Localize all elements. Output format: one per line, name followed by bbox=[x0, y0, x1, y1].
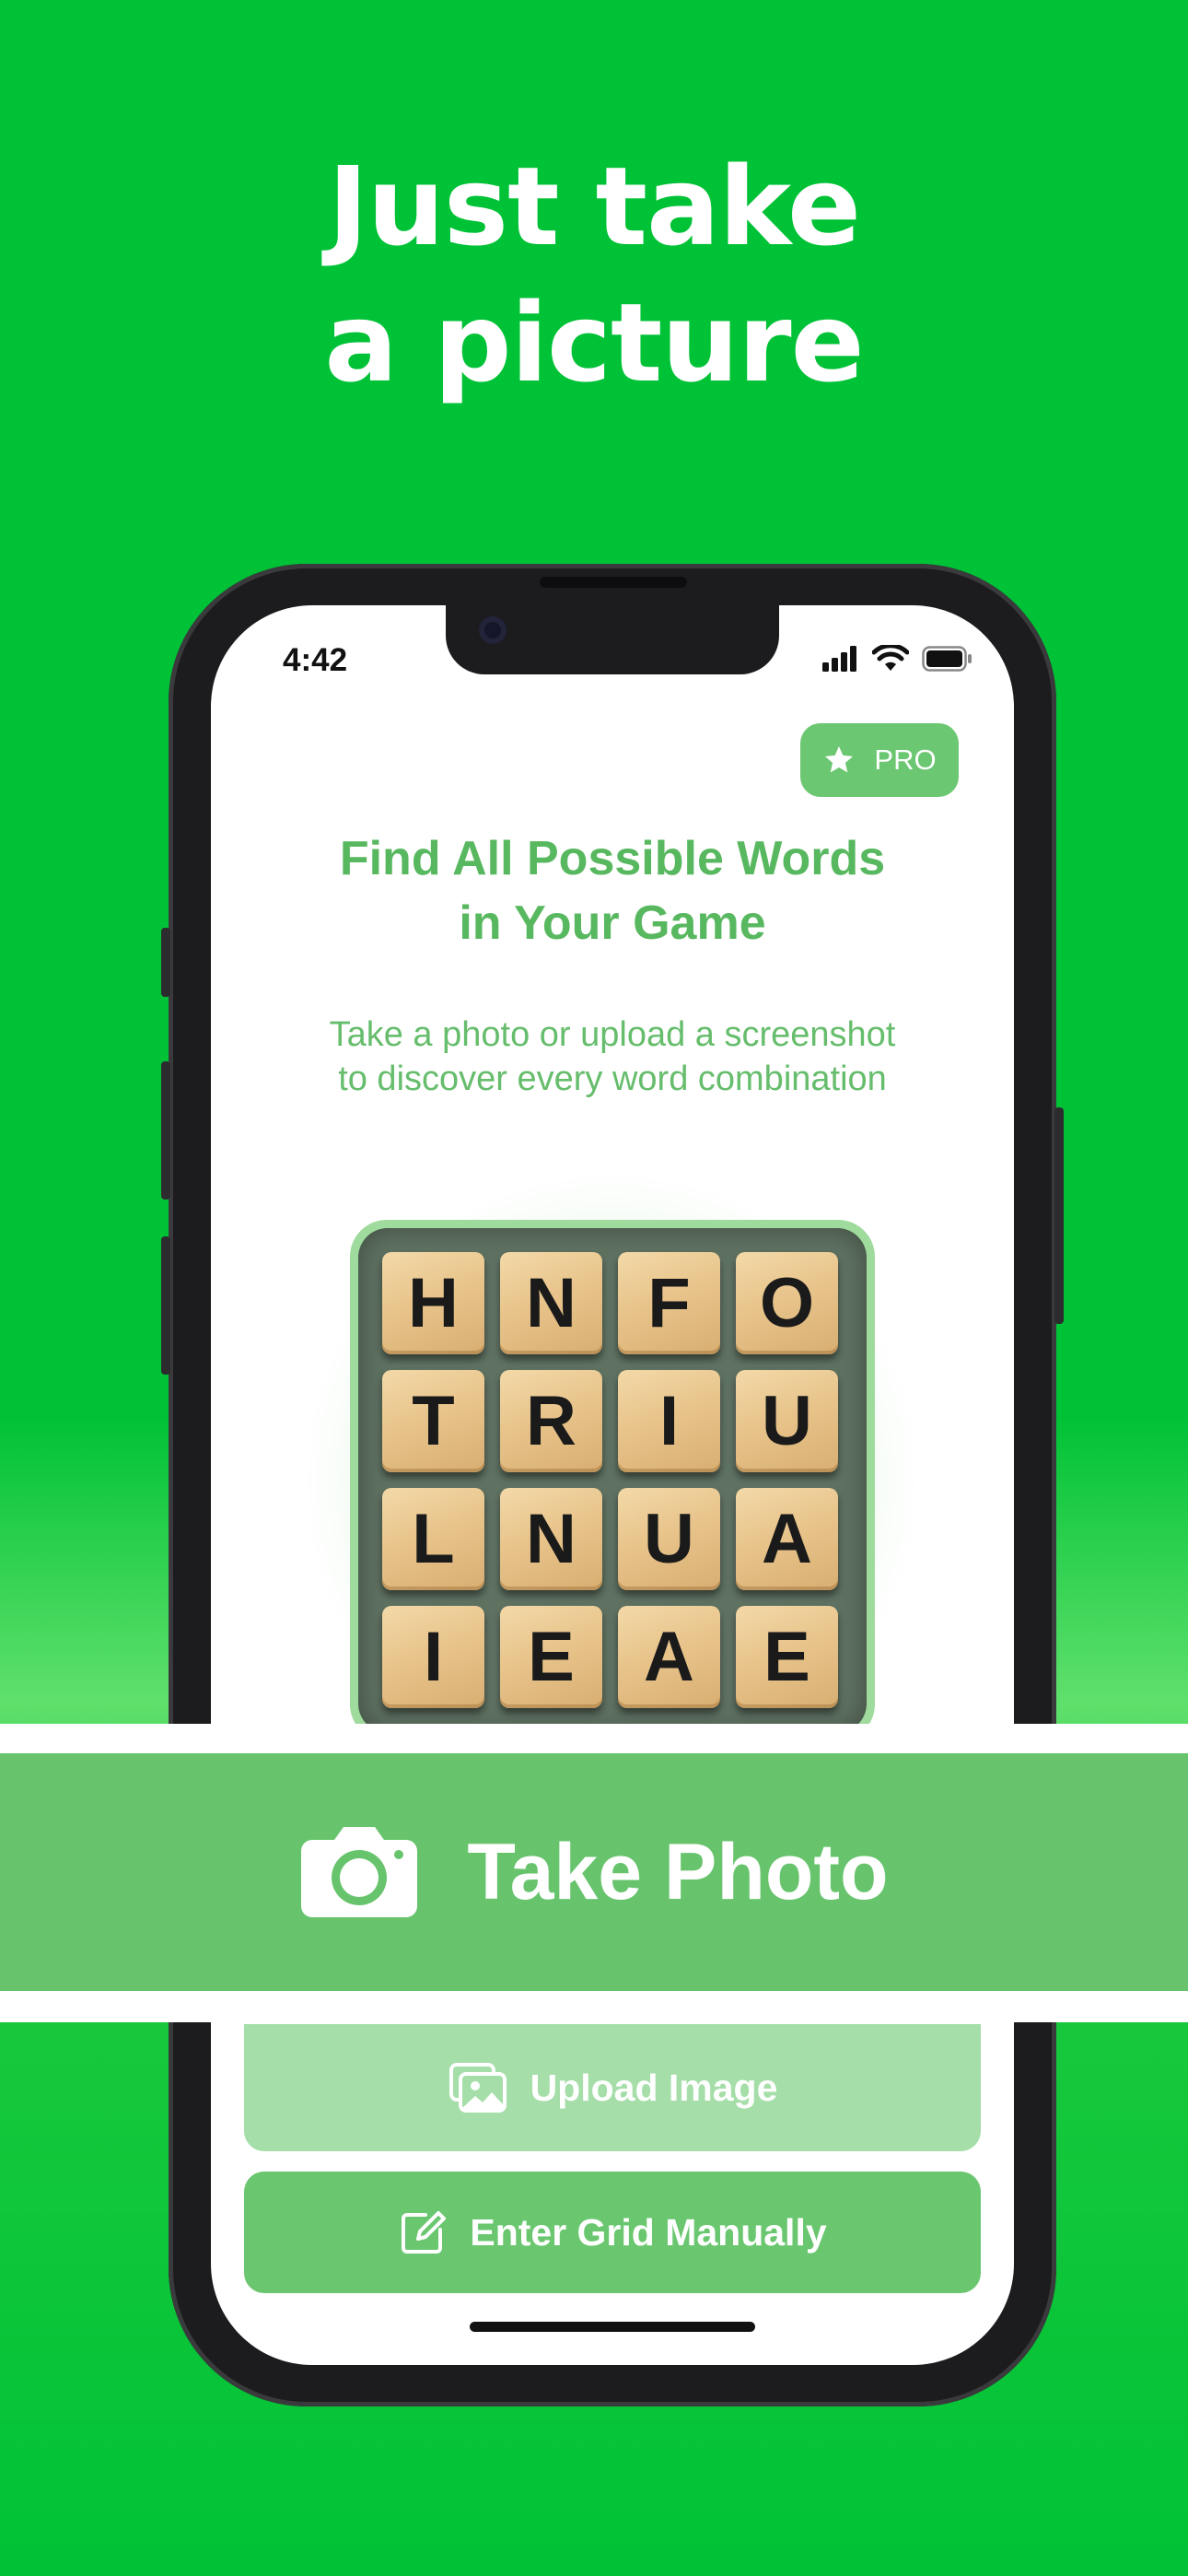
upload-image-label: Upload Image bbox=[530, 2066, 778, 2109]
enter-grid-manually-label: Enter Grid Manually bbox=[470, 2210, 827, 2254]
letter-tile: I bbox=[382, 1606, 484, 1708]
letter-tile: A bbox=[736, 1488, 838, 1590]
phone-frame: 4:42 PRO Find All Possible Words in Your… bbox=[161, 564, 1064, 2406]
pro-label: PRO bbox=[874, 744, 937, 776]
letter-grid: HNFOTRIULNUAIEAE bbox=[358, 1228, 867, 1733]
letter-tile: F bbox=[618, 1252, 720, 1354]
app-screen: 4:42 PRO Find All Possible Words in Your… bbox=[211, 605, 1014, 2365]
take-photo-button[interactable]: Take Photo bbox=[0, 1753, 1188, 1991]
letter-tile: O bbox=[736, 1252, 838, 1354]
mute-switch bbox=[161, 928, 170, 997]
wifi-icon bbox=[872, 645, 909, 671]
phone-speaker bbox=[540, 577, 687, 588]
page-subtitle: Take a photo or upload a screenshot to d… bbox=[211, 1013, 1014, 1101]
letter-tile: E bbox=[500, 1606, 602, 1708]
letter-tile: N bbox=[500, 1252, 602, 1354]
letter-grid-board: HNFOTRIULNUAIEAE bbox=[350, 1220, 875, 1741]
letter-tile: T bbox=[382, 1370, 484, 1472]
letter-tile: N bbox=[500, 1488, 602, 1590]
take-photo-band: Take Photo bbox=[0, 1724, 1188, 2022]
title-line-1: Find All Possible Words bbox=[339, 832, 886, 885]
letter-tile: E bbox=[736, 1606, 838, 1708]
home-indicator bbox=[470, 2322, 755, 2332]
page-title: Find All Possible Words in Your Game bbox=[211, 826, 1014, 955]
enter-grid-manually-button[interactable]: Enter Grid Manually bbox=[244, 2172, 981, 2293]
letter-tile: A bbox=[618, 1606, 720, 1708]
upload-image-button[interactable]: Upload Image bbox=[244, 2024, 981, 2151]
letter-tile: I bbox=[618, 1370, 720, 1472]
status-time: 4:42 bbox=[283, 642, 348, 678]
notch bbox=[446, 605, 779, 674]
power-button bbox=[1054, 1107, 1064, 1324]
camera-icon bbox=[301, 1827, 418, 1917]
headline-line-2: a picture bbox=[324, 279, 864, 406]
headline: Just take a picture bbox=[0, 138, 1188, 411]
cellular-signal-icon bbox=[822, 646, 856, 672]
front-camera bbox=[479, 616, 507, 644]
photos-icon bbox=[448, 2063, 507, 2113]
letter-tile: L bbox=[382, 1488, 484, 1590]
letter-tile: R bbox=[500, 1370, 602, 1472]
pro-button[interactable]: PRO bbox=[800, 723, 959, 797]
star-icon bbox=[825, 746, 854, 773]
letter-tile: H bbox=[382, 1252, 484, 1354]
letter-tile: U bbox=[736, 1370, 838, 1472]
take-photo-label: Take Photo bbox=[467, 1827, 889, 1916]
subtitle-line-2: to discover every word combination bbox=[338, 1060, 887, 1098]
title-line-2: in Your Game bbox=[459, 896, 766, 950]
edit-icon bbox=[402, 2211, 447, 2254]
status-icons bbox=[822, 642, 973, 675]
battery-icon bbox=[922, 646, 972, 672]
letter-tile: U bbox=[618, 1488, 720, 1590]
subtitle-line-1: Take a photo or upload a screenshot bbox=[329, 1015, 896, 1054]
volume-down-button bbox=[161, 1236, 170, 1375]
headline-line-1: Just take bbox=[327, 143, 861, 270]
volume-up-button bbox=[161, 1061, 170, 1200]
